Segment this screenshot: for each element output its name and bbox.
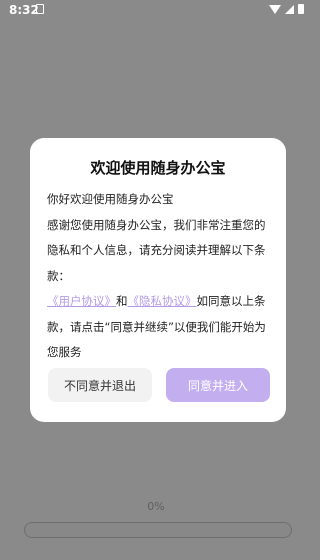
terms-paragraph: 《用户协议》和《隐私协议》如同意以上条款，请点击“同意并继续”以便我们能开始为您… — [47, 289, 271, 366]
privacy-policy-link[interactable]: 《隐私协议》 — [128, 294, 197, 308]
decline-button[interactable]: 不同意并退出 — [48, 368, 152, 402]
intro-text: 感谢您使用随身办公宝，我们非常注重您的隐私和个人信息，请充分阅读并理解以下条款： — [47, 217, 266, 283]
privacy-dialog: 欢迎使用随身办公宝 你好欢迎使用随身办公宝 感谢您使用随身办公宝，我们非常注重您… — [30, 138, 286, 422]
greeting-text: 你好欢迎使用随身办公宝 — [47, 192, 174, 206]
status-bar: 8:32 — [0, 0, 312, 22]
and-text: 和 — [116, 294, 128, 308]
signal-icon — [285, 4, 294, 14]
status-icons — [269, 4, 304, 14]
status-time: 8:32 — [9, 3, 39, 17]
notification-icon — [36, 4, 44, 14]
wifi-icon — [269, 4, 281, 14]
dialog-body: 你好欢迎使用随身办公宝 感谢您使用随身办公宝，我们非常注重您的隐私和个人信息，请… — [47, 187, 271, 366]
battery-icon — [298, 4, 304, 14]
progress-bar — [24, 522, 292, 538]
progress-label: 0% — [147, 500, 165, 513]
dialog-title: 欢迎使用随身办公宝 — [90, 159, 226, 177]
user-agreement-link[interactable]: 《用户协议》 — [47, 294, 116, 308]
accept-button[interactable]: 同意并进入 — [166, 368, 270, 402]
